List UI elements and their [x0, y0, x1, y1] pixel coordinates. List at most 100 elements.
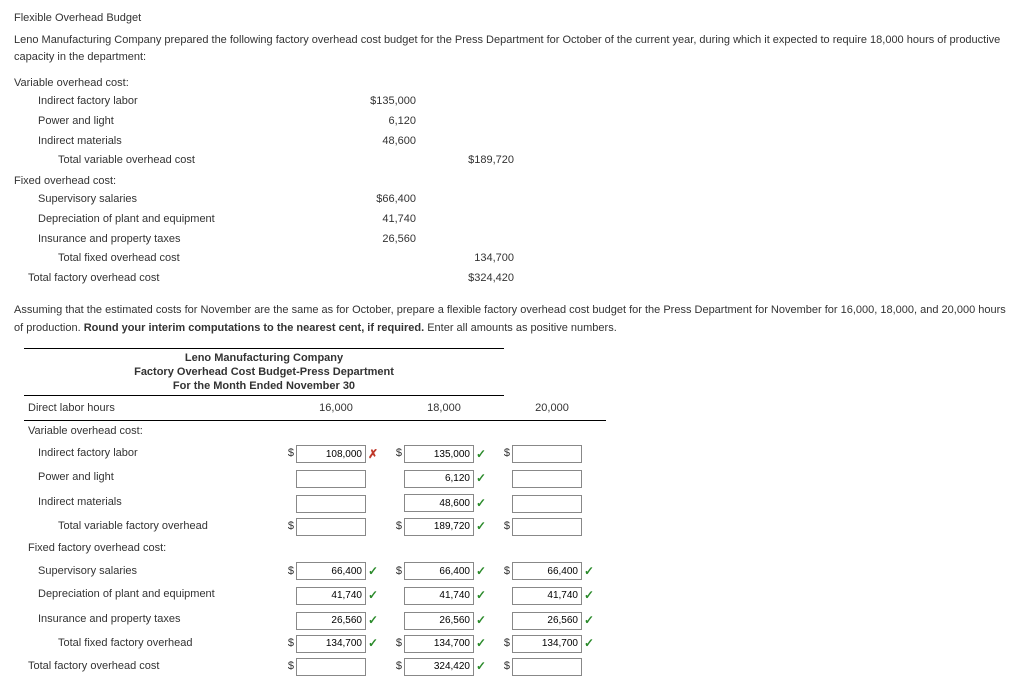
check-icon: ✓ — [584, 586, 596, 605]
flex-row-label: Indirect materials — [24, 490, 282, 515]
amount-input[interactable] — [296, 635, 366, 653]
amount-input[interactable] — [404, 612, 474, 630]
hours-label: Direct labor hours — [24, 398, 282, 420]
row-amount: 41,740 — [322, 210, 420, 230]
cross-icon: ✗ — [368, 445, 380, 464]
row-label: Power and light — [24, 112, 322, 132]
report-company: Leno Manufacturing Company — [24, 351, 504, 365]
row-label: Depreciation of plant and equipment — [24, 210, 322, 230]
row-amount: 6,120 — [322, 112, 420, 132]
check-icon: ✓ — [476, 634, 488, 653]
intro-text: Leno Manufacturing Company prepared the … — [14, 32, 1010, 67]
dollar-sign: $ — [502, 658, 510, 676]
amount-input[interactable] — [512, 445, 582, 463]
amount-input[interactable] — [404, 445, 474, 463]
check-icon: ✓ — [368, 562, 380, 581]
amount-input[interactable] — [404, 470, 474, 488]
variable-head: Variable overhead cost: — [14, 75, 1010, 93]
flexible-budget-table: Direct labor hours16,00018,00020,000 Vari… — [24, 398, 606, 678]
check-icon: ✓ — [476, 586, 488, 605]
amount-input[interactable] — [404, 518, 474, 536]
flex-row-label: Insurance and property taxes — [24, 608, 282, 633]
hours-col: 20,000 — [498, 398, 606, 420]
check-icon: ✓ — [584, 611, 596, 630]
amount-input[interactable] — [512, 587, 582, 605]
dollar-sign: $ — [286, 518, 294, 536]
dollar-sign: $ — [286, 563, 294, 581]
amount-input[interactable] — [296, 562, 366, 580]
report-subtitle: Factory Overhead Cost Budget-Press Depar… — [24, 365, 504, 379]
check-icon: ✓ — [476, 517, 488, 536]
hours-col: 18,000 — [390, 398, 498, 420]
check-icon: ✓ — [476, 445, 488, 464]
amount-input[interactable] — [512, 495, 582, 513]
row-label: Indirect factory labor — [24, 92, 322, 112]
amount-input[interactable] — [512, 518, 582, 536]
flex-row-label: Indirect factory labor — [24, 443, 282, 466]
dollar-sign: $ — [394, 635, 402, 653]
amount-input[interactable] — [404, 562, 474, 580]
flex-row-label: Total variable factory overhead — [24, 515, 282, 538]
check-icon: ✓ — [476, 657, 488, 676]
check-icon: ✓ — [476, 562, 488, 581]
dollar-sign: $ — [394, 518, 402, 536]
amount-input[interactable] — [404, 494, 474, 512]
flex-row-label: Fixed factory overhead cost: — [24, 538, 282, 560]
row-label: Insurance and property taxes — [24, 230, 322, 250]
report-heading: Leno Manufacturing Company Factory Overh… — [24, 348, 504, 397]
dollar-sign: $ — [502, 563, 510, 581]
check-icon: ✓ — [584, 634, 596, 653]
dollar-sign: $ — [394, 658, 402, 676]
flex-row-label: Supervisory salaries — [24, 560, 282, 583]
check-icon: ✓ — [584, 562, 596, 581]
budget-table: Indirect factory labor$135,000 Power and… — [24, 92, 518, 170]
dollar-sign: $ — [286, 445, 294, 463]
fixed-head: Fixed overhead cost: — [14, 173, 1010, 191]
amount-input[interactable] — [296, 470, 366, 488]
row-amount: 48,600 — [322, 132, 420, 152]
amount-input[interactable] — [512, 612, 582, 630]
row-label: Supervisory salaries — [24, 190, 322, 210]
amount-input[interactable] — [512, 562, 582, 580]
amount-input[interactable] — [296, 495, 366, 513]
instructions: Assuming that the estimated costs for No… — [14, 302, 1010, 337]
row-label: Indirect materials — [24, 132, 322, 152]
dollar-sign: $ — [286, 635, 294, 653]
row-label: Total fixed overhead cost — [24, 249, 322, 269]
page-title: Flexible Overhead Budget — [14, 10, 1010, 28]
amount-input[interactable] — [512, 635, 582, 653]
dollar-sign: $ — [502, 445, 510, 463]
row-label: Total factory overhead cost — [24, 269, 322, 289]
check-icon: ✓ — [476, 469, 488, 488]
check-icon: ✓ — [476, 611, 488, 630]
flex-row-label: Variable overhead cost: — [24, 420, 282, 442]
amount-input[interactable] — [296, 587, 366, 605]
check-icon: ✓ — [368, 611, 380, 630]
amount-input[interactable] — [404, 635, 474, 653]
hours-col: 16,000 — [282, 398, 390, 420]
check-icon: ✓ — [368, 586, 380, 605]
instructions-text: Assuming that the estimated costs for No… — [14, 304, 1006, 334]
budget-table-fixed: Supervisory salaries$66,400 Depreciation… — [24, 190, 518, 288]
report-period: For the Month Ended November 30 — [24, 379, 504, 393]
amount-input[interactable] — [512, 470, 582, 488]
dollar-sign: $ — [502, 635, 510, 653]
amount-input[interactable] — [296, 612, 366, 630]
check-icon: ✓ — [476, 494, 488, 513]
amount-input[interactable] — [296, 445, 366, 463]
amount-input[interactable] — [404, 587, 474, 605]
row-amount: $189,720 — [420, 151, 518, 171]
check-icon: ✓ — [368, 634, 380, 653]
flex-row-label: Depreciation of plant and equipment — [24, 583, 282, 608]
row-amount: $66,400 — [322, 190, 420, 210]
dollar-sign: $ — [286, 658, 294, 676]
amount-input[interactable] — [296, 518, 366, 536]
amount-input[interactable] — [404, 658, 474, 676]
flex-row-label: Power and light — [24, 466, 282, 491]
row-amount: 26,560 — [322, 230, 420, 250]
amount-input[interactable] — [296, 658, 366, 676]
row-amount: $324,420 — [420, 269, 518, 289]
amount-input[interactable] — [512, 658, 582, 676]
flex-row-label: Total fixed factory overhead — [24, 632, 282, 655]
row-amount: 134,700 — [420, 249, 518, 269]
